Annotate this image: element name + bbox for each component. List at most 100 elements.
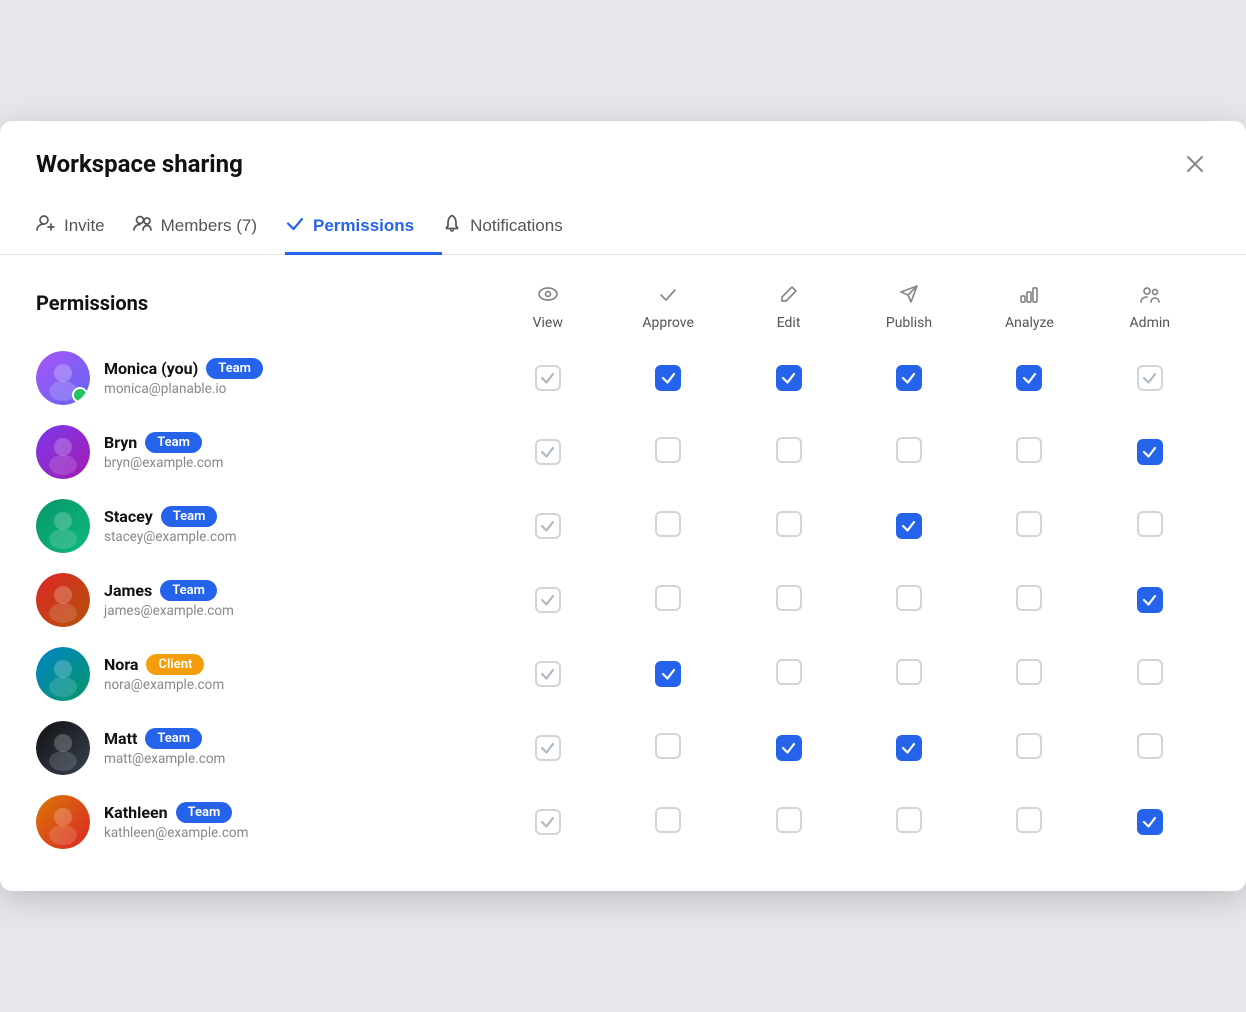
- close-button[interactable]: [1180, 149, 1210, 179]
- permission-checkbox[interactable]: [1137, 511, 1163, 537]
- user-badge: Team: [145, 728, 202, 749]
- user-email: monica@planable.io: [104, 381, 263, 397]
- close-icon: [1184, 153, 1206, 175]
- tab-notifications[interactable]: Notifications: [442, 199, 591, 255]
- permission-checkbox[interactable]: [1137, 809, 1163, 835]
- col-approve: Approve: [608, 283, 728, 341]
- permission-checkbox[interactable]: [776, 511, 802, 537]
- col-edit-label: Edit: [777, 315, 801, 331]
- avatar: [36, 573, 90, 627]
- user-cell: Monica (you)Teammonica@planable.io: [36, 341, 488, 415]
- permission-checkbox[interactable]: [655, 661, 681, 687]
- permission-checkbox[interactable]: [655, 733, 681, 759]
- tab-members-label: Members (7): [161, 216, 257, 236]
- col-approve-label: Approve: [642, 315, 693, 331]
- user-cell: KathleenTeamkathleen@example.com: [36, 785, 488, 859]
- permission-checkbox[interactable]: [535, 365, 561, 391]
- permission-checkbox[interactable]: [1016, 733, 1042, 759]
- permission-checkbox[interactable]: [776, 437, 802, 463]
- permission-checkbox[interactable]: [896, 513, 922, 539]
- permission-checkbox[interactable]: [655, 365, 681, 391]
- tab-members[interactable]: Members (7): [133, 199, 285, 255]
- permission-cell-edit: [728, 415, 848, 489]
- permission-cell-admin: [1090, 415, 1210, 489]
- user-name: James: [104, 581, 152, 600]
- permission-checkbox[interactable]: [1016, 365, 1042, 391]
- permission-checkbox[interactable]: [535, 439, 561, 465]
- permission-checkbox[interactable]: [655, 807, 681, 833]
- col-analyze-label: Analyze: [1005, 315, 1054, 331]
- permission-checkbox[interactable]: [655, 437, 681, 463]
- edit-icon: [728, 283, 848, 310]
- permission-checkbox[interactable]: [776, 807, 802, 833]
- permission-cell-view: [488, 785, 608, 859]
- permission-cell-admin: [1090, 785, 1210, 859]
- permission-cell-view: [488, 711, 608, 785]
- user-badge: Team: [145, 432, 202, 453]
- tab-invite-label: Invite: [64, 216, 105, 236]
- user-email: kathleen@example.com: [104, 825, 248, 841]
- user-name: Matt: [104, 729, 137, 748]
- permission-checkbox[interactable]: [1137, 365, 1163, 391]
- user-email: stacey@example.com: [104, 529, 237, 545]
- permission-checkbox[interactable]: [655, 511, 681, 537]
- permission-checkbox[interactable]: [535, 587, 561, 613]
- view-icon: [488, 283, 608, 310]
- permission-cell-analyze: [969, 489, 1089, 563]
- permission-checkbox[interactable]: [1016, 511, 1042, 537]
- permission-checkbox[interactable]: [776, 585, 802, 611]
- permission-checkbox[interactable]: [896, 659, 922, 685]
- user-name: Kathleen: [104, 803, 168, 822]
- permission-checkbox[interactable]: [1137, 659, 1163, 685]
- permission-cell-view: [488, 489, 608, 563]
- col-view-label: View: [533, 315, 563, 331]
- permission-cell-publish: [849, 785, 969, 859]
- permissions-heading: Permissions: [36, 291, 488, 315]
- permission-checkbox[interactable]: [655, 585, 681, 611]
- tab-permissions-label: Permissions: [313, 216, 414, 236]
- permission-cell-analyze: [969, 785, 1089, 859]
- permission-checkbox[interactable]: [1016, 585, 1042, 611]
- col-edit: Edit: [728, 283, 848, 341]
- avatar: [36, 647, 90, 701]
- permissions-content: Permissions View: [0, 255, 1246, 891]
- publish-icon: [849, 283, 969, 310]
- user-cell: BrynTeambryn@example.com: [36, 415, 488, 489]
- permission-checkbox[interactable]: [535, 661, 561, 687]
- permission-cell-publish: [849, 489, 969, 563]
- permission-checkbox[interactable]: [1137, 733, 1163, 759]
- user-badge: Team: [206, 358, 263, 379]
- avatar: [36, 721, 90, 775]
- permission-checkbox[interactable]: [1137, 439, 1163, 465]
- permission-checkbox[interactable]: [896, 365, 922, 391]
- permission-checkbox[interactable]: [1016, 659, 1042, 685]
- permission-cell-approve: [608, 637, 728, 711]
- permission-checkbox[interactable]: [896, 807, 922, 833]
- permissions-heading-cell: Permissions: [36, 283, 488, 341]
- permission-cell-approve: [608, 415, 728, 489]
- permission-checkbox[interactable]: [776, 365, 802, 391]
- permission-checkbox[interactable]: [896, 735, 922, 761]
- permission-checkbox[interactable]: [1137, 587, 1163, 613]
- permission-checkbox[interactable]: [896, 437, 922, 463]
- permission-checkbox[interactable]: [776, 659, 802, 685]
- tab-permissions[interactable]: Permissions: [285, 199, 442, 255]
- permission-checkbox[interactable]: [1016, 807, 1042, 833]
- permission-checkbox[interactable]: [535, 735, 561, 761]
- tab-invite[interactable]: Invite: [36, 199, 133, 255]
- permission-checkbox[interactable]: [535, 513, 561, 539]
- permission-cell-admin: [1090, 711, 1210, 785]
- permission-checkbox[interactable]: [776, 735, 802, 761]
- permission-checkbox[interactable]: [1016, 437, 1042, 463]
- user-cell: StaceyTeamstacey@example.com: [36, 489, 488, 563]
- permission-checkbox[interactable]: [896, 585, 922, 611]
- permission-cell-edit: [728, 637, 848, 711]
- permission-cell-analyze: [969, 637, 1089, 711]
- permission-cell-approve: [608, 563, 728, 637]
- permission-checkbox[interactable]: [535, 809, 561, 835]
- permission-cell-analyze: [969, 711, 1089, 785]
- permission-cell-publish: [849, 711, 969, 785]
- modal-title: Workspace sharing: [36, 150, 243, 178]
- user-cell: MattTeammatt@example.com: [36, 711, 488, 785]
- permission-cell-analyze: [969, 341, 1089, 415]
